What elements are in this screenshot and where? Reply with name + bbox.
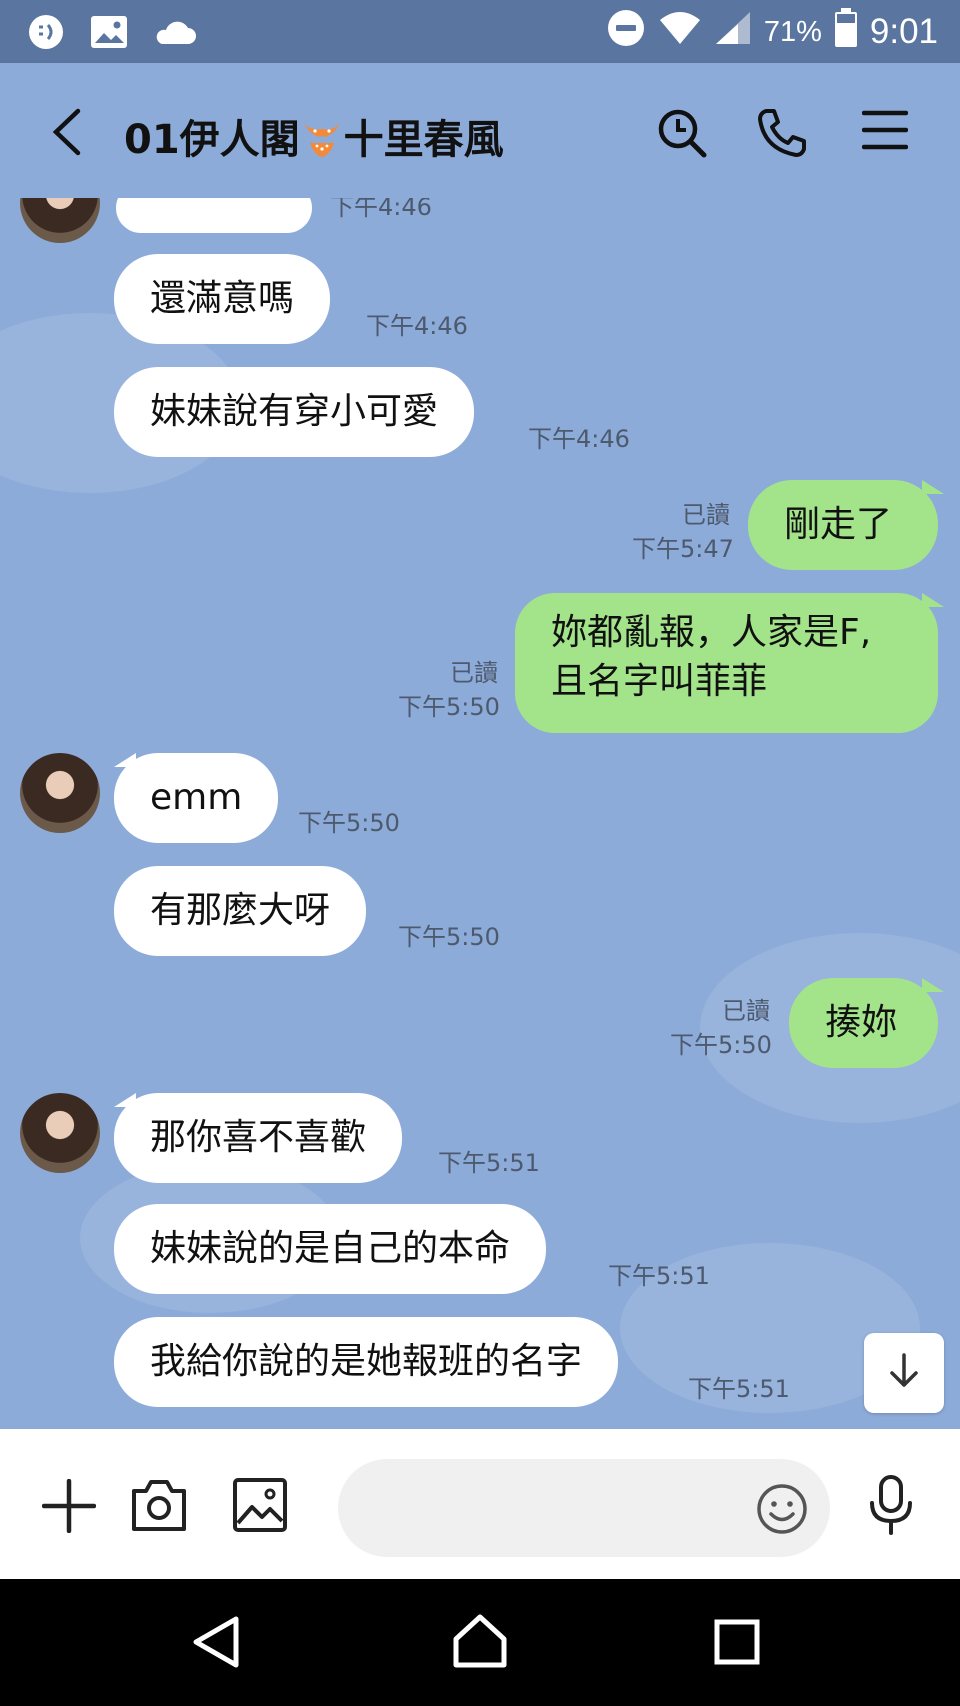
chat-title-suffix: 十里春風 — [343, 117, 504, 163]
message-time: 下午5:51 — [688, 1375, 790, 1403]
do-not-disturb-icon — [606, 8, 646, 56]
signal-icon — [714, 10, 752, 54]
back-arrow-icon[interactable] — [48, 107, 88, 161]
chat-area[interactable]: 01伊人閣 十里春風 下午4:46 還滿意嗎 下午4:46 妹妹說有穿小可愛 下午… — [0, 63, 960, 1429]
plus-icon[interactable] — [41, 1478, 97, 1537]
message-input[interactable] — [338, 1459, 738, 1557]
bubble-tail — [922, 593, 944, 607]
navigation-bar — [0, 1579, 960, 1706]
bubble-tail — [922, 978, 944, 992]
status-bar: 71% 9:01 — [0, 0, 960, 63]
message-input-bar — [0, 1429, 960, 1579]
microphone-icon[interactable] — [868, 1475, 914, 1539]
message-bubble[interactable]: 妳都亂報，人家是F, 且名字叫菲菲 — [515, 593, 938, 733]
message-bubble[interactable]: 妹妹說有穿小可愛 — [114, 367, 475, 457]
battery-icon — [834, 8, 858, 56]
message-time: 下午4:46 — [528, 425, 630, 453]
status-bar-notifications — [26, 12, 196, 56]
message-time: 下午4:46 — [366, 312, 468, 340]
phone-icon[interactable] — [756, 107, 808, 163]
battery-percent: 71% — [763, 15, 822, 48]
read-receipt: 已讀 — [682, 501, 730, 529]
chat-header: 01伊人閣 十里春風 — [0, 63, 960, 198]
message-time: 下午5:47 — [632, 535, 734, 563]
nav-home-icon[interactable] — [452, 1613, 508, 1673]
message-bubble[interactable]: emm — [114, 753, 279, 843]
nav-recents-icon[interactable] — [714, 1619, 760, 1669]
message-time: 下午5:51 — [608, 1262, 710, 1290]
nav-back-icon[interactable] — [190, 1615, 242, 1673]
message-bubble[interactable]: 那你喜不喜歡 — [114, 1093, 403, 1183]
message-bubble[interactable]: 揍妳 — [789, 978, 938, 1068]
contact-avatar[interactable] — [20, 1093, 100, 1173]
message-line: 且名字叫菲菲 — [551, 660, 768, 702]
wifi-icon — [658, 10, 702, 54]
scroll-to-bottom-button[interactable] — [864, 1333, 944, 1413]
status-bar-system: 71% 9:01 — [606, 8, 938, 56]
bubble-tail — [922, 480, 944, 494]
message-bubble[interactable]: 剛走了 — [748, 480, 938, 570]
message-bubble[interactable]: 我給你說的是她報班的名字 — [114, 1317, 619, 1407]
message-time: 下午5:50 — [298, 809, 400, 837]
chat-title: 01伊人閣 十里春風 — [124, 107, 504, 169]
message-time: 下午5:50 — [398, 693, 500, 721]
read-receipt: 已讀 — [450, 659, 498, 687]
menu-icon[interactable] — [861, 107, 909, 157]
contact-avatar[interactable] — [20, 753, 100, 833]
image-icon[interactable] — [232, 1477, 288, 1537]
message-time: 下午5:51 — [438, 1149, 540, 1177]
message-bubble[interactable]: 還滿意嗎 — [114, 254, 331, 344]
chat-title-prefix: 01伊人閣 — [124, 117, 300, 163]
image-notification-icon — [90, 15, 128, 53]
search-icon[interactable] — [656, 107, 708, 163]
message-line: 妳都亂報，人家是F, — [551, 612, 872, 653]
message-bubble[interactable]: 妹妹說的是自己的本命 — [114, 1204, 547, 1294]
clock: 9:01 — [869, 12, 938, 51]
bikini-emoji-icon — [300, 115, 344, 169]
message-time: 下午5:50 — [398, 923, 500, 951]
read-receipt: 已讀 — [722, 997, 770, 1025]
chat-app-icon — [26, 12, 66, 56]
message-input-field[interactable] — [338, 1459, 830, 1557]
arrow-down-icon — [884, 1351, 924, 1395]
cloud-icon — [152, 18, 196, 50]
emoji-icon[interactable] — [756, 1483, 808, 1539]
camera-icon[interactable] — [130, 1477, 188, 1537]
message-bubble[interactable]: 有那麼大呀 — [114, 866, 367, 956]
message-time: 下午5:50 — [670, 1031, 772, 1059]
